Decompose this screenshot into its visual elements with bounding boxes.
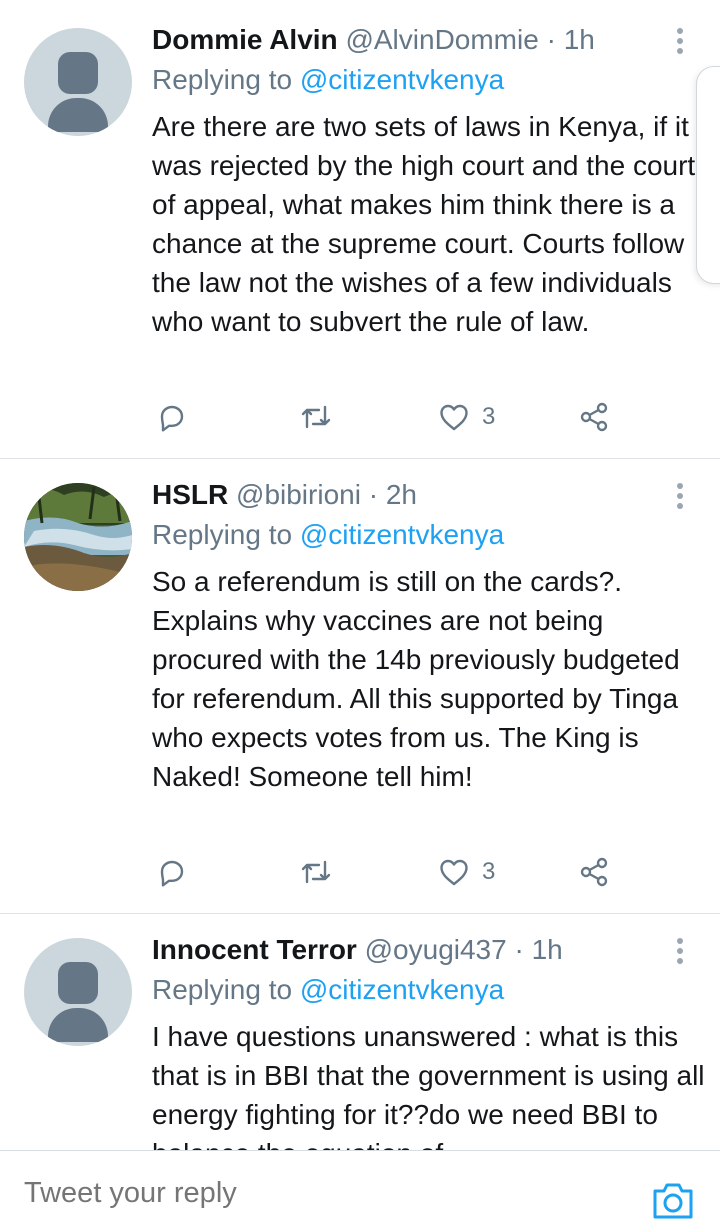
display-name[interactable]: Dommie Alvin [152,24,338,55]
river-photo-avatar[interactable] [24,483,132,591]
separator-dot: · [368,479,379,510]
tweet-actions: 3 [152,852,652,892]
like-count: 3 [482,403,496,430]
timestamp[interactable]: 1h [532,934,563,965]
user-handle[interactable]: @oyugi437 [365,934,507,965]
heart-icon [440,404,468,431]
like-count: 3 [482,858,496,885]
default-avatar-head [58,962,98,1004]
tweet-text: So a referendum is still on the cards?. … [152,566,680,792]
reply-feed: Dommie Alvin @AlvinDommie · 1h Replying … [0,0,720,1150]
avatar[interactable] [24,938,132,1046]
replying-to: Replying to @citizentvkenya [152,62,504,98]
display-name[interactable]: Innocent Terror [152,934,357,965]
like-action[interactable]: 3 [438,397,495,437]
like-action[interactable]: 3 [438,852,495,892]
default-avatar-shoulders [48,98,108,132]
user-handle[interactable]: @AlvinDommie [345,24,538,55]
retweet-icon[interactable] [298,397,334,437]
more-vertical-icon[interactable] [668,26,692,56]
mention-link[interactable]: @citizentvkenya [300,974,504,1005]
timestamp[interactable]: 1h [564,24,595,55]
default-avatar-shoulders [48,1008,108,1042]
replying-to: Replying to @citizentvkenya [152,517,504,553]
tweet-header: Innocent Terror @oyugi437 · 1h [152,932,563,968]
reply-icon[interactable] [156,852,188,892]
tweet-header: HSLR @bibirioni · 2h [152,477,417,513]
camera-icon[interactable] [650,1179,696,1221]
reply-composer [0,1150,720,1231]
mention-link[interactable]: @citizentvkenya [300,64,504,95]
replying-to-label: Replying to [152,64,300,95]
mention-link[interactable]: @citizentvkenya [300,519,504,550]
replying-to: Replying to @citizentvkenya [152,972,504,1008]
separator-dot: · [514,934,524,965]
reply-tweet[interactable]: Innocent Terror @oyugi437 · 1h Replying … [0,914,720,1150]
share-icon[interactable] [578,852,610,892]
side-peek-card [696,66,720,284]
default-avatar-head [58,52,98,94]
more-vertical-icon[interactable] [668,481,692,511]
reply-tweet[interactable]: Dommie Alvin @AlvinDommie · 1h Replying … [0,0,720,459]
tweet-actions: 3 [152,397,652,437]
separator-dot: · [546,24,556,55]
reply-icon[interactable] [156,397,188,437]
heart-icon [440,859,468,886]
tweet-reply-input[interactable] [24,1173,624,1213]
replying-to-label: Replying to [152,519,300,550]
replying-to-label: Replying to [152,974,300,1005]
timestamp[interactable]: 2h [386,479,417,510]
reply-tweet[interactable]: HSLR @bibirioni · 2h Replying to @citize… [0,459,720,914]
tweet-text: Are there are two sets of laws in Kenya,… [152,111,696,337]
retweet-icon[interactable] [298,852,334,892]
tweet-header: Dommie Alvin @AlvinDommie · 1h [152,22,595,58]
user-handle[interactable]: @bibirioni [236,479,361,510]
display-name[interactable]: HSLR [152,479,228,510]
share-icon[interactable] [578,397,610,437]
avatar[interactable] [24,28,132,136]
tweet-text: I have questions unanswered : what is th… [152,1021,705,1150]
more-vertical-icon[interactable] [668,936,692,966]
